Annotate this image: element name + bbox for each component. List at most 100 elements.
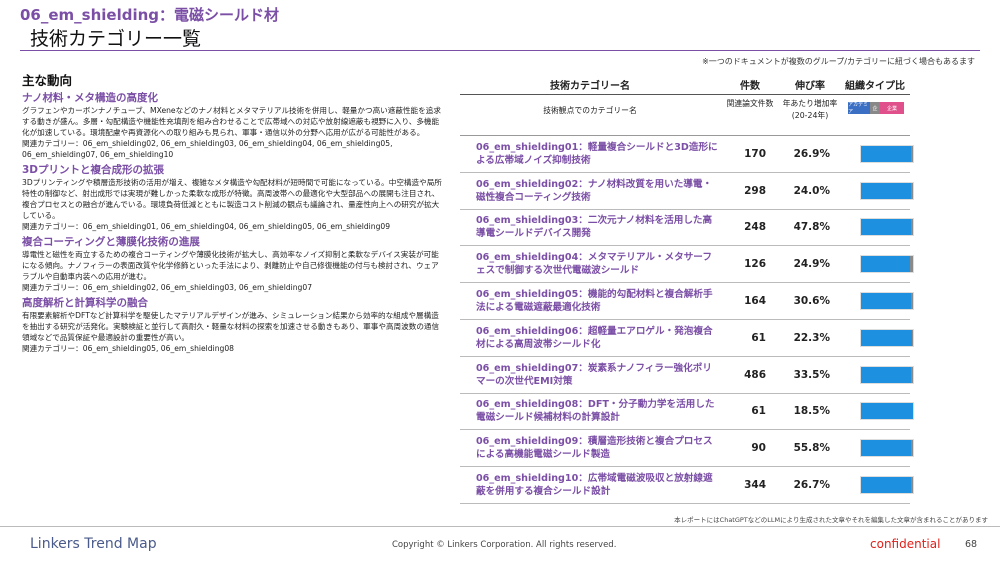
bar-segment-mixed <box>911 293 913 310</box>
growth-rate: 26.7% <box>793 479 830 492</box>
column-header-growth: 伸び率 <box>795 81 825 92</box>
topic-body: 導電性と磁性を両立するための複合コーティングや薄膜化技術が拡大し、高効率なノイズ… <box>22 250 439 281</box>
bar-segment-academia <box>861 182 912 199</box>
org-type-bar <box>860 476 914 495</box>
org-type-bar <box>860 181 914 200</box>
legend-mixed: 企 <box>870 102 880 114</box>
bar-segment-mixed <box>911 440 913 457</box>
bar-segment-mixed <box>910 477 913 494</box>
table-row: 06_em_shielding09：積層造形技術と複合プロセスによる高機能電磁シ… <box>460 430 914 468</box>
org-type-cell <box>840 255 914 274</box>
org-type-cell <box>840 328 914 347</box>
growth-rate: 24.0% <box>793 184 830 197</box>
org-type-legend: アカデミア 企 企業 <box>840 98 910 115</box>
table-row: 06_em_shielding04：メタマテリアル・メタサーフェスで制御する次世… <box>460 246 914 284</box>
org-type-bar <box>860 402 914 421</box>
table-row: 06_em_shielding05：機能的勾配材料と複合解析手法による電磁遮蔽最… <box>460 283 914 320</box>
table-row: 06_em_shielding03：二次元ナノ材料を活用した高導電シールドデバイ… <box>460 210 914 247</box>
category-name: 06_em_shielding01：軽量複合シールドと3D造形による広帯域ノイズ… <box>476 141 718 166</box>
bar-segment-academia <box>861 329 912 346</box>
category-name: 06_em_shielding10：広帯域電磁波吸収と放射線遮蔽を併用する複合シ… <box>476 473 713 498</box>
topic-block: 複合コーティングと薄膜化技術の進展 導電性と磁性を両立するための複合コーティング… <box>22 235 442 293</box>
table-header: 技術カテゴリー名 件数 伸び率 組織タイプ比 <box>460 78 910 92</box>
growth-rate: 24.9% <box>793 258 830 271</box>
paper-count: 344 <box>744 479 766 492</box>
bar-segment-academia <box>861 366 912 383</box>
org-type-cell <box>840 439 914 458</box>
topic-title: ナノ材料・メタ構造の高度化 <box>22 92 158 104</box>
topic-title: 3Dプリントと複合成形の拡張 <box>22 164 165 176</box>
bar-segment-academia <box>861 477 911 494</box>
growth-rate: 26.9% <box>793 147 830 160</box>
growth-rate: 22.3% <box>793 331 830 344</box>
bar-segment-mixed <box>910 145 913 162</box>
org-type-cell <box>840 292 914 311</box>
org-type-cell <box>840 218 914 237</box>
category-name: 06_em_shielding07：炭素系ナノフィラー強化ポリマーの次世代EMI… <box>476 362 712 387</box>
category-name: 06_em_shielding06：超軽量エアロゲル・発泡複合材による高周波帯シ… <box>476 325 713 350</box>
category-name: 06_em_shielding08：DFT・分子動力学を活用した電磁シールド候補… <box>476 399 715 424</box>
page-title: 技術カテゴリー一覧 <box>30 28 202 50</box>
title-divider <box>20 50 980 51</box>
table-subheader: 技術観点でのカテゴリー名 関連論文件数 年あたり増加率(20-24年) アカデミ… <box>460 95 910 135</box>
category-table: 技術カテゴリー名 件数 伸び率 組織タイプ比 技術観点でのカテゴリー名 関連論文… <box>460 78 914 504</box>
table-row: 06_em_shielding06：超軽量エアロゲル・発泡複合材による高周波帯シ… <box>460 320 914 357</box>
table-body: 06_em_shielding01：軽量複合シールドと3D造形による広帯域ノイズ… <box>460 135 914 504</box>
table-row: 06_em_shielding10：広帯域電磁波吸収と放射線遮蔽を併用する複合シ… <box>460 467 914 504</box>
legend-academia: アカデミア <box>848 102 870 115</box>
topic-related: 関連カテゴリー：06_em_shielding02, 06_em_shieldi… <box>22 139 393 159</box>
paper-count: 126 <box>744 258 766 271</box>
copyright: Copyright © Linkers Corporation. All rig… <box>392 540 617 550</box>
column-header-category: 技術カテゴリー名 <box>550 81 630 92</box>
org-type-bar <box>860 218 914 237</box>
topic-related: 関連カテゴリー：06_em_shielding01, 06_em_shieldi… <box>22 222 391 231</box>
footer-divider <box>0 526 1000 527</box>
org-type-cell <box>840 476 914 495</box>
org-type-bar <box>860 365 914 384</box>
paper-count: 170 <box>744 147 766 160</box>
bar-segment-mixed <box>911 366 913 383</box>
table-row: 06_em_shielding07：炭素系ナノフィラー強化ポリマーの次世代EMI… <box>460 357 914 394</box>
category-name: 06_em_shielding03：二次元ナノ材料を活用した高導電シールドデバイ… <box>476 215 713 240</box>
paper-count: 486 <box>744 368 766 381</box>
growth-rate: 55.8% <box>793 442 830 455</box>
paper-count: 90 <box>751 442 766 455</box>
topic-title: 高度解析と計算科学の融合 <box>22 297 148 309</box>
org-type-bar <box>860 328 914 347</box>
bar-segment-academia <box>861 403 913 420</box>
org-type-cell <box>840 402 914 421</box>
topic-related: 関連カテゴリー：06_em_shielding02, 06_em_shieldi… <box>22 283 313 292</box>
growth-rate: 47.8% <box>793 221 830 234</box>
paper-count: 248 <box>744 221 766 234</box>
org-type-cell <box>840 365 914 384</box>
subheader-category: 技術観点でのカテゴリー名 <box>543 106 637 115</box>
bar-segment-academia <box>861 256 911 273</box>
report-title: 06_em_shielding：電磁シールド材 <box>20 6 280 24</box>
org-type-cell <box>840 181 914 200</box>
paper-count: 298 <box>744 184 766 197</box>
growth-rate: 30.6% <box>793 295 830 308</box>
growth-rate: 18.5% <box>793 405 830 418</box>
topic-block: 高度解析と計算科学の融合 有限要素解析やDFTなど計算科学を駆使したマテリアルデ… <box>22 296 442 354</box>
page-number: 68 <box>965 539 978 550</box>
paper-count: 61 <box>751 331 766 344</box>
table-row: 06_em_shielding02：ナノ材料改質を用いた導電・磁性複合コーティン… <box>460 173 914 210</box>
bar-segment-mixed <box>910 256 913 273</box>
bar-segment-academia <box>861 219 912 236</box>
category-name: 06_em_shielding09：積層造形技術と複合プロセスによる高機能電磁シ… <box>476 436 713 461</box>
category-name: 06_em_shielding05：機能的勾配材料と複合解析手法による電磁遮蔽最… <box>476 289 713 314</box>
org-type-bar <box>860 144 914 163</box>
trends-heading: 主な動向 <box>22 73 73 88</box>
paper-count: 61 <box>751 405 766 418</box>
topic-related: 関連カテゴリー：06_em_shielding05, 06_em_shieldi… <box>22 344 235 353</box>
org-type-cell <box>840 144 914 163</box>
header-note: ※一つのドキュメントが複数のグループ/カテゴリーに紐づく場合もあるます <box>702 57 975 66</box>
org-type-bar <box>860 255 914 274</box>
paper-count: 164 <box>744 295 766 308</box>
brand-logo: Linkers Trend Map <box>30 536 157 552</box>
trends-panel: 主な動向 ナノ材料・メタ構造の高度化 グラフェンやカーボンナノチューブ、MXen… <box>22 70 442 357</box>
bar-segment-mixed <box>911 182 913 199</box>
column-header-org-type: 組織タイプ比 <box>845 81 905 92</box>
column-header-count: 件数 <box>740 81 760 92</box>
topic-block: 3Dプリントと複合成形の拡張 3Dプリンティングや積層造形技術の活用が増え、複雑… <box>22 163 442 232</box>
